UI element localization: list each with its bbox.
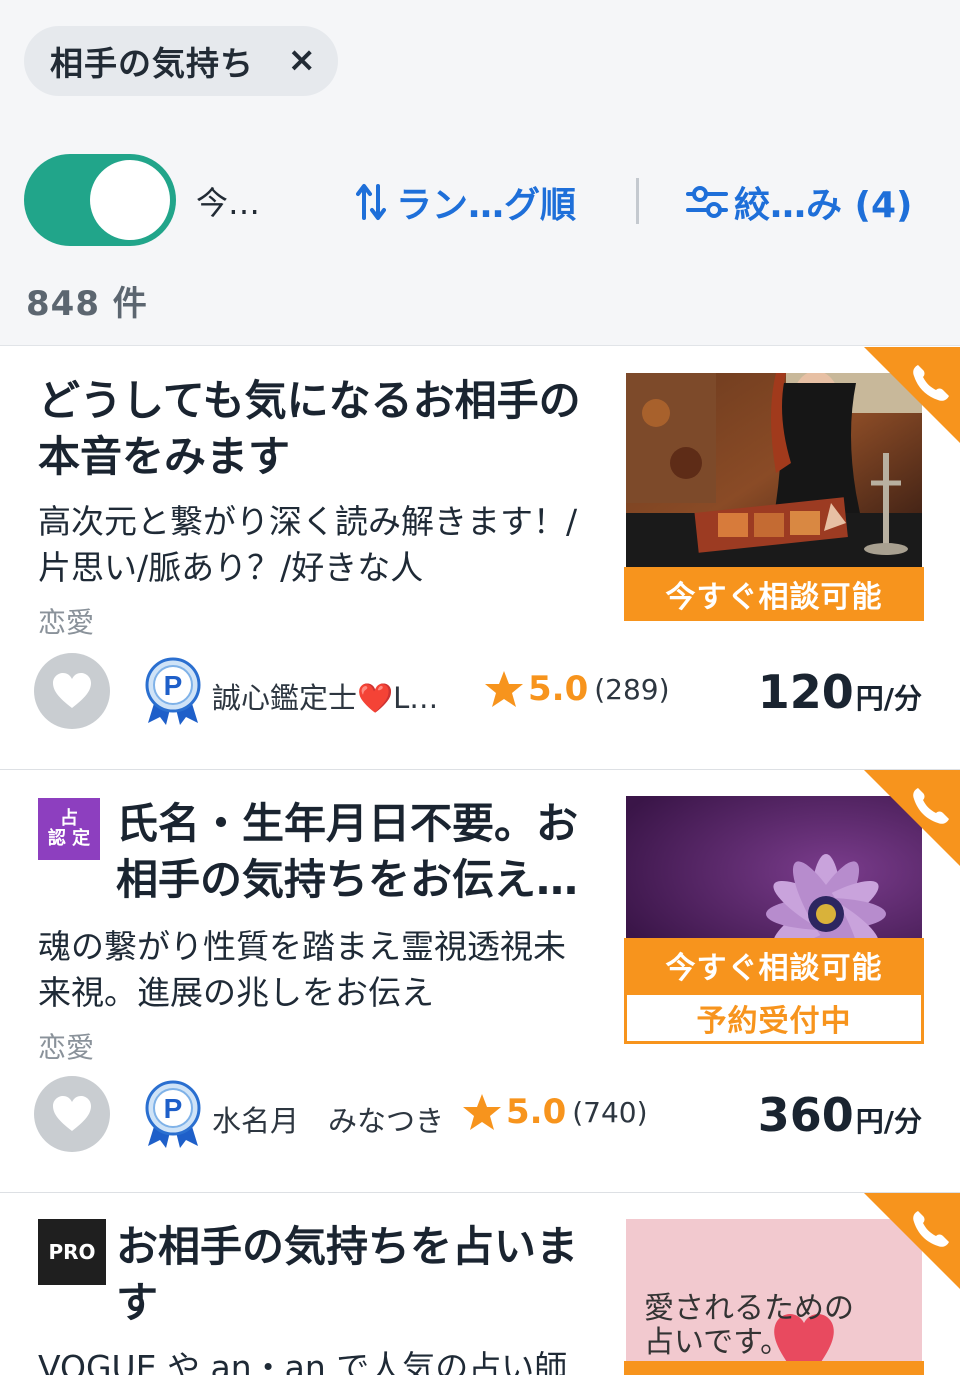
sort-arrows-icon: [356, 184, 386, 220]
rating-score: 5.0: [506, 1092, 567, 1132]
filter-header: 相手の気持ち × 今… ラン…グ順 絞…み (4) 848 件: [0, 0, 960, 346]
filter-sliders-icon: [686, 186, 728, 218]
platinum-medal-icon: P: [145, 1080, 201, 1148]
thumbnail-caption: 愛されるための: [644, 1291, 854, 1326]
listing-category: 恋愛: [38, 606, 95, 639]
sort-button[interactable]: ラン…グ順: [356, 176, 576, 228]
listing-card[interactable]: 占 認 定 氏名・生年月日不要。お相手の気持ちをお伝え… 魂の繋がり性質を踏まえ…: [0, 770, 960, 1193]
listing-card[interactable]: どうしても気になるお相手の本音をみます 高次元と繋がり深く読み解きます！/片思い…: [0, 347, 960, 770]
listing-description: 高次元と繋がり深く読み解きます！/片思い/脈あり？/好きな人: [38, 502, 578, 587]
review-count: (289): [594, 672, 670, 706]
listing-card[interactable]: PRO お相手の気持ちを占います VOGUE や an・an で人気の占い師 愛…: [0, 1193, 960, 1375]
available-now-badge: [624, 1361, 924, 1375]
reader-name[interactable]: 水名月 みなつき: [212, 1098, 444, 1140]
svg-text:P: P: [164, 1093, 183, 1124]
price-amount: 120: [757, 665, 854, 719]
listing-title: 氏名・生年月日不要。お相手の気持ちをお伝え…: [116, 799, 579, 904]
price-unit: 円/分: [855, 1105, 922, 1138]
heart-icon: [53, 1096, 91, 1131]
listing-description: VOGUE や an・an で人気の占い師: [38, 1348, 568, 1375]
star-icon: [485, 671, 523, 707]
phone-icon: [864, 1193, 960, 1289]
listing-title: どうしても気になるお相手の本音をみます: [38, 376, 581, 481]
rating: 5.0 (740): [462, 1092, 648, 1132]
filter-button[interactable]: 絞…み (4): [686, 176, 913, 228]
reader-name[interactable]: 誠心鑑定士❤️L…: [212, 675, 438, 717]
filter-label: 絞…み (4): [734, 185, 913, 226]
available-now-badge: 今すぐ相談可能: [624, 567, 924, 621]
certified-badge: 占 認 定: [38, 798, 100, 860]
available-now-badge: 今すぐ相談可能: [624, 938, 924, 992]
listing-title: お相手の気持ちを占います: [116, 1222, 579, 1327]
pro-badge-label: PRO: [48, 1240, 96, 1264]
toolbar-divider: [636, 178, 639, 224]
close-icon[interactable]: ×: [288, 40, 317, 80]
filter-chip[interactable]: 相手の気持ち ×: [24, 26, 338, 96]
filter-chip-label: 相手の気持ち: [50, 44, 254, 83]
price: 360 円/分: [758, 1088, 922, 1142]
available-now-toggle[interactable]: [24, 154, 176, 246]
favorite-button[interactable]: [34, 1076, 110, 1152]
phone-icon: [864, 347, 960, 443]
svg-text:P: P: [164, 670, 183, 701]
toggle-label: 今…: [196, 184, 261, 222]
review-count: (740): [572, 1095, 648, 1129]
favorite-button[interactable]: [34, 653, 110, 729]
sort-label: ラン…グ順: [396, 185, 577, 226]
rating-score: 5.0: [528, 669, 589, 709]
thumbnail-caption: 占いです。: [644, 1325, 791, 1360]
price-unit: 円/分: [855, 682, 922, 715]
rating: 5.0 (289): [484, 669, 670, 709]
pro-badge: PRO: [38, 1219, 106, 1285]
certified-badge-bottom: 認 定: [47, 828, 91, 849]
reservation-badge: 予約受付中: [624, 992, 924, 1044]
listing-category: 恋愛: [38, 1031, 95, 1064]
result-count: 848 件: [26, 284, 148, 324]
toggle-knob: [90, 160, 170, 240]
listing-description: 魂の繋がり性質を踏まえ霊視透視未来視。進展の兆しをお伝え: [38, 927, 566, 1012]
heart-icon: [53, 673, 91, 708]
star-icon: [463, 1094, 501, 1130]
price-amount: 360: [757, 1088, 854, 1142]
certified-badge-top: 占: [60, 808, 78, 829]
platinum-medal-icon: P: [145, 657, 201, 725]
phone-icon: [864, 770, 960, 866]
price: 120 円/分: [758, 665, 922, 719]
